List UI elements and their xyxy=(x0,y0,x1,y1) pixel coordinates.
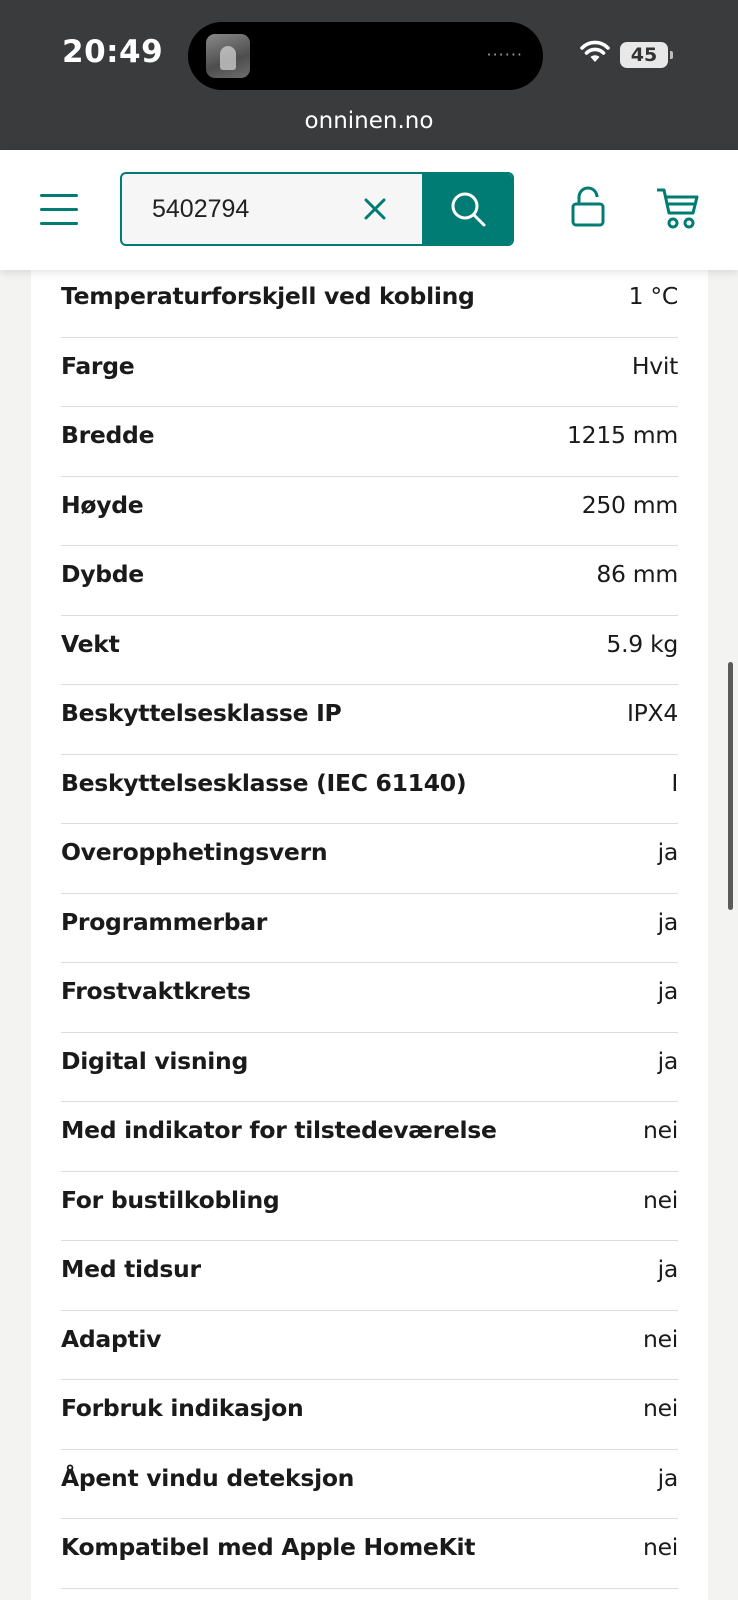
spec-row: Dybde 86 mm xyxy=(61,546,678,616)
spec-value: I xyxy=(671,768,678,797)
spec-label: Beskyttelsesklasse (IEC 61140) xyxy=(61,768,467,797)
spec-value: ja xyxy=(657,1255,679,1283)
now-playing-artwork-icon xyxy=(206,34,250,78)
spec-value: nei xyxy=(643,1185,678,1214)
spec-value: 86 mm xyxy=(596,560,678,588)
spec-label: Vekt xyxy=(61,629,120,658)
spec-row: Frostvaktkrets ja xyxy=(61,963,678,1033)
hamburger-icon-line xyxy=(40,194,78,197)
status-bar: 20:49 ······ 45 onninen.no xyxy=(0,0,738,150)
spec-row: Beskyttelsesklasse IP IPX4 xyxy=(61,685,678,755)
spec-row: Beskyttelsesklasse (IEC 61140) I xyxy=(61,755,678,824)
spec-row: Bredde 1215 mm xyxy=(61,407,678,477)
battery-icon: 45 xyxy=(620,42,673,68)
wifi-icon xyxy=(580,40,610,62)
spec-value: ja xyxy=(657,907,679,936)
spec-value: 1215 mm xyxy=(567,421,678,449)
spec-value: nei xyxy=(643,1394,678,1422)
site-header xyxy=(0,150,738,270)
clear-search-icon[interactable] xyxy=(360,194,390,224)
spec-value: 1 °C xyxy=(628,282,679,310)
page-scrollbar[interactable] xyxy=(728,662,733,910)
spec-row: Med indikator for tilstedeværelse nei xyxy=(61,1102,678,1172)
specifications-list: Temperaturforskjell ved kobling 1 °C Farge… xyxy=(61,268,678,1589)
spec-row: Temperaturforskjell ved kobling 1 °C xyxy=(61,268,678,338)
audio-waveform-icon: ······ xyxy=(486,45,523,64)
spec-label: Forbruk indikasjon xyxy=(61,1394,304,1422)
spec-label: Med indikator for tilstedeværelse xyxy=(61,1116,497,1144)
search-box xyxy=(120,172,514,246)
spec-label: Programmerbar xyxy=(61,907,268,936)
spec-label: Frostvaktkrets xyxy=(61,977,251,1005)
spec-row: For bustilkobling nei xyxy=(61,1172,678,1241)
spec-value: ja xyxy=(657,1463,679,1492)
search-icon xyxy=(451,192,486,227)
spec-value: IPX4 xyxy=(627,699,678,727)
dynamic-island[interactable]: ······ xyxy=(188,22,543,90)
spec-row: Farge Hvit xyxy=(61,338,678,407)
spec-value: Hvit xyxy=(631,351,678,380)
spec-row: Adaptiv nei xyxy=(61,1311,678,1380)
spec-row: Åpent vindu deteksjon ja xyxy=(61,1450,679,1519)
spec-row: Med tidsur ja xyxy=(61,1241,678,1311)
spec-value: 250 mm xyxy=(581,490,679,519)
hamburger-icon-line xyxy=(40,208,78,211)
spec-label: Bredde xyxy=(61,421,155,449)
specifications-card: Temperaturforskjell ved kobling 1 °C Farge… xyxy=(31,268,708,1600)
spec-row: Vekt 5.9 kg xyxy=(61,616,678,685)
spec-label: Overopphetingsvern xyxy=(61,838,328,866)
status-time: 20:49 xyxy=(62,34,164,70)
spec-row: Digital visning ja xyxy=(61,1033,679,1102)
spec-label: Temperaturforskjell ved kobling xyxy=(61,282,475,310)
spec-label: For bustilkobling xyxy=(61,1185,280,1214)
spec-row: Overopphetingsvern ja xyxy=(61,824,678,894)
menu-button[interactable] xyxy=(40,192,78,226)
spec-label: Beskyttelsesklasse IP xyxy=(61,699,342,727)
spec-row: Kompatibel med Apple HomeKit nei xyxy=(61,1519,678,1589)
hamburger-icon-line xyxy=(40,222,78,225)
spec-value: nei xyxy=(643,1116,678,1144)
browser-url[interactable]: onninen.no xyxy=(0,108,738,134)
spec-row: Høyde 250 mm xyxy=(61,477,679,546)
spec-label: Farge xyxy=(61,351,135,380)
spec-label: Digital visning xyxy=(61,1046,248,1075)
login-lock-icon[interactable] xyxy=(570,186,606,228)
spec-label: Åpent vindu deteksjon xyxy=(61,1463,355,1492)
spec-label: Adaptiv xyxy=(61,1324,162,1353)
spec-label: Med tidsur xyxy=(61,1255,201,1283)
spec-value: 5.9 kg xyxy=(606,629,678,658)
spec-value: nei xyxy=(643,1324,678,1353)
spec-label: Høyde xyxy=(61,490,144,519)
spec-row: Programmerbar ja xyxy=(61,894,679,963)
cart-icon[interactable] xyxy=(656,186,700,230)
spec-label: Kompatibel med Apple HomeKit xyxy=(61,1533,476,1561)
spec-row: Forbruk indikasjon nei xyxy=(61,1380,678,1450)
spec-value: ja xyxy=(657,838,679,866)
spec-label: Dybde xyxy=(61,560,144,588)
spec-value: nei xyxy=(643,1533,678,1561)
spec-value: ja xyxy=(657,1046,679,1075)
search-button[interactable] xyxy=(422,174,512,244)
spec-value: ja xyxy=(657,977,679,1005)
